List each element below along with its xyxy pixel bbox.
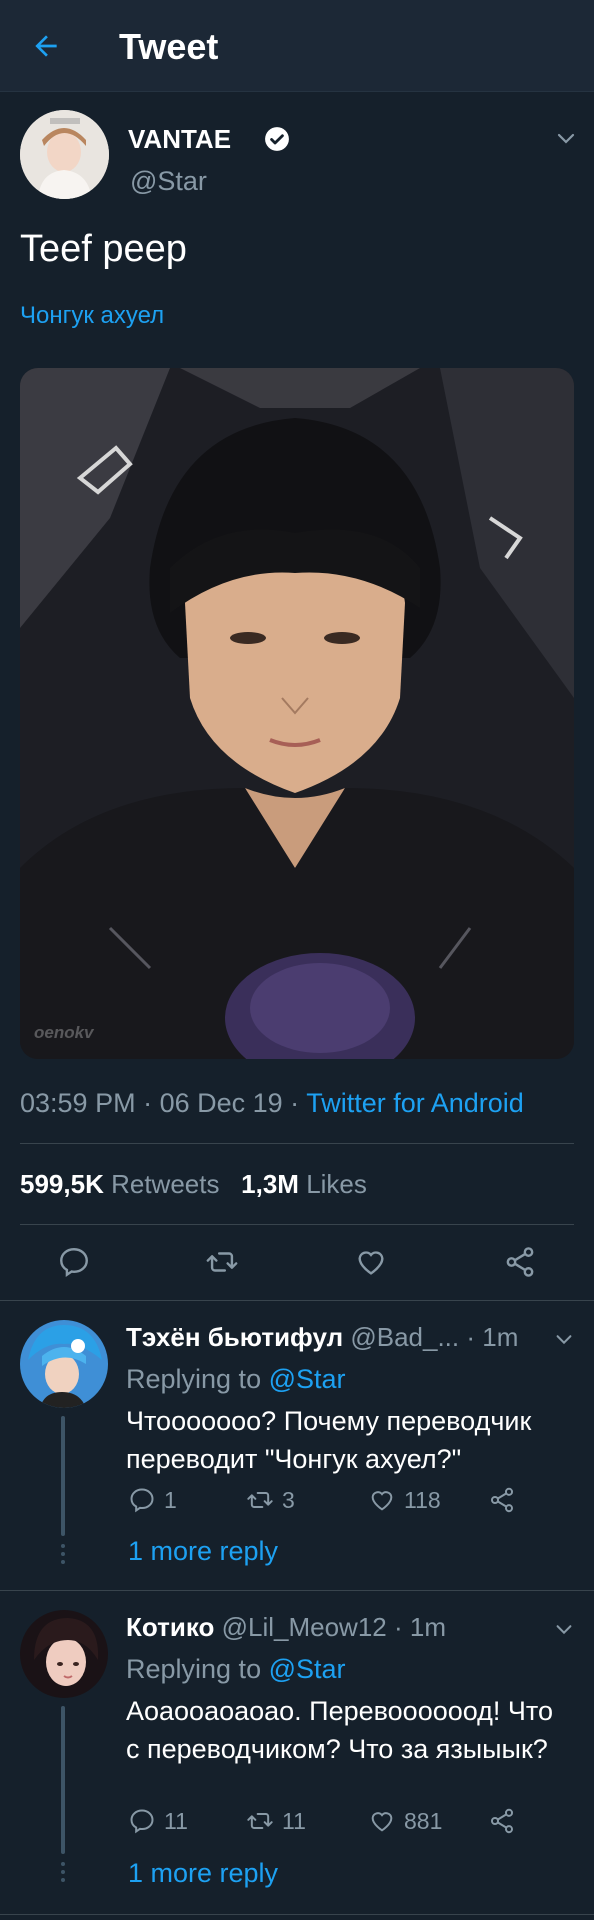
- verified-badge-icon: [265, 127, 289, 151]
- more-replies-link[interactable]: 1 more reply: [128, 1536, 278, 1567]
- reply-retweet-action[interactable]: 11: [246, 1806, 306, 1836]
- reply-time: 1m: [482, 1322, 519, 1352]
- like-icon: [371, 1491, 393, 1511]
- tweet-time: 03:59 PM: [20, 1088, 136, 1118]
- replying-to: Replying to @Star: [126, 1364, 346, 1394]
- reply-share-action[interactable]: [488, 1806, 524, 1836]
- likes-stat[interactable]: 1,3M Likes: [241, 1169, 367, 1199]
- reply-like-action[interactable]: 118: [368, 1485, 441, 1515]
- divider: [20, 1224, 574, 1225]
- tweet-timestamp: 03:59 PM · 06 Dec 19 · Twitter for Andro…: [20, 1088, 524, 1118]
- tweet-text: Teef peep: [20, 228, 187, 270]
- reply-icon[interactable]: [57, 1245, 91, 1279]
- tweet-author: VANTAE @Star: [20, 110, 575, 205]
- divider: [0, 1590, 594, 1591]
- author-handle[interactable]: @Star: [130, 166, 207, 197]
- retweet-icon[interactable]: [205, 1245, 239, 1279]
- like-icon[interactable]: [354, 1245, 388, 1279]
- reply-reply-action[interactable]: 1: [128, 1485, 177, 1515]
- reply-author-handle[interactable]: @Bad_...: [350, 1322, 459, 1352]
- top-bar: Tweet: [0, 0, 594, 92]
- share-icon: [490, 1808, 514, 1834]
- reply-retweet-action[interactable]: 3: [246, 1485, 295, 1515]
- reply-reply-action[interactable]: 11: [128, 1806, 188, 1836]
- reply-icon: [130, 1809, 154, 1834]
- reply-avatar[interactable]: [20, 1320, 108, 1408]
- replying-to-link[interactable]: @Star: [269, 1364, 346, 1394]
- reply-author-name[interactable]: Тэхён бьютифул: [126, 1322, 343, 1352]
- divider: [0, 1914, 594, 1915]
- reply-like-action[interactable]: 881: [368, 1806, 442, 1836]
- thread-line: [61, 1416, 65, 1536]
- thread-dots: [61, 1544, 65, 1568]
- thread-dots: [61, 1862, 65, 1886]
- reply-share-action[interactable]: [488, 1485, 524, 1515]
- reply-header: Тэхён бьютифул @Bad_... · 1m: [126, 1322, 519, 1352]
- tweet-date: 06 Dec 19: [159, 1088, 283, 1118]
- reply-item[interactable]: Котико @Lil_Meow12 · 1m Replying to @Sta…: [0, 1610, 594, 1910]
- reply-text: Чтоооoooo? Почему переводчик переводит "…: [126, 1406, 532, 1474]
- chevron-down-icon[interactable]: [553, 1328, 575, 1350]
- reply-icon: [130, 1488, 154, 1513]
- reply-time: 1m: [409, 1612, 446, 1642]
- page-title: Tweet: [119, 26, 219, 67]
- reply-avatar[interactable]: [20, 1610, 108, 1698]
- chevron-down-icon[interactable]: [553, 1618, 575, 1640]
- share-icon: [490, 1487, 514, 1513]
- divider: [20, 1143, 574, 1144]
- retweet-icon: [247, 1813, 273, 1829]
- thread-line: [61, 1706, 65, 1854]
- translate-link[interactable]: Чонгук ахуел: [20, 302, 164, 330]
- tweet-source-link[interactable]: Twitter for Android: [306, 1088, 524, 1118]
- retweet-icon: [247, 1492, 273, 1508]
- reply-author-handle[interactable]: @Lil_Meow12: [222, 1612, 387, 1642]
- reply-item[interactable]: Тэхён бьютифул @Bad_... · 1m Replying to…: [0, 1320, 594, 1588]
- like-icon: [371, 1812, 393, 1832]
- more-replies-link[interactable]: 1 more reply: [128, 1858, 278, 1889]
- chevron-down-icon[interactable]: [554, 126, 578, 150]
- portrait-image: [20, 368, 574, 1059]
- replying-to-link[interactable]: @Star: [269, 1654, 346, 1684]
- reply-author-name[interactable]: Котико: [126, 1612, 214, 1642]
- author-avatar[interactable]: [20, 110, 109, 199]
- share-icon[interactable]: [503, 1245, 537, 1279]
- photo-watermark: oenokv: [34, 1023, 94, 1042]
- author-name[interactable]: VANTAE: [128, 124, 231, 155]
- retweets-stat[interactable]: 599,5K Retweets: [20, 1169, 219, 1199]
- reply-header: Котико @Lil_Meow12 · 1m: [126, 1612, 446, 1642]
- tweet-stats: 599,5K Retweets 1,3M Likes: [20, 1169, 367, 1200]
- replying-to: Replying to @Star: [126, 1654, 346, 1684]
- divider: [0, 1300, 594, 1301]
- tweet-photo[interactable]: oenokv: [20, 368, 574, 1059]
- reply-text: Аоаооаоаоао. Перевоооооод! Что с перевод…: [126, 1696, 554, 1764]
- back-arrow-icon[interactable]: [30, 30, 62, 62]
